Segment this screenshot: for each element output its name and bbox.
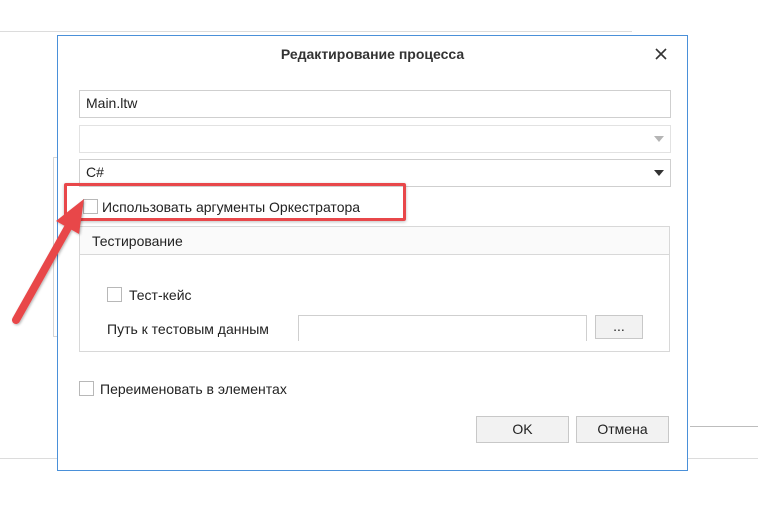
annotation-arrow-icon: [12, 199, 84, 324]
